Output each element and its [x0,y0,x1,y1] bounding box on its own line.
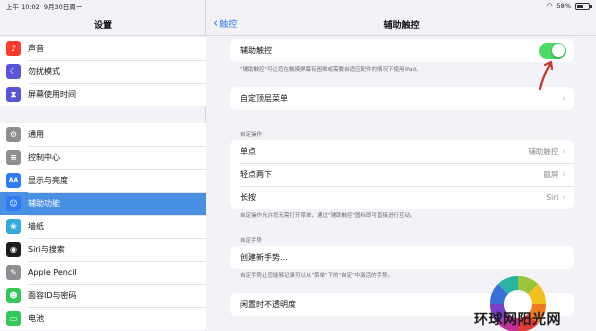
toggle-knob [551,44,565,57]
action-row[interactable]: 长按 Siri › [230,186,574,209]
chevron-right-icon: › [562,146,566,157]
switches-icon: ≡ [6,150,21,165]
action-value: 辅助触控 [528,147,559,156]
customize-menu-row[interactable]: 自定顶层菜单 › [230,87,574,110]
chevron-right-icon: › [562,93,566,104]
hourglass-icon: ⧗ [6,87,21,102]
wallpaper-icon: ❀ [6,219,21,234]
sidebar-item-moon[interactable]: ☾ 勿扰模式 [0,60,206,83]
battery-percent: 58% [556,2,571,10]
idle-opacity-label: 闲置时不透明度 [240,300,296,309]
sidebar-item-label: Apple Pencil [28,268,77,277]
status-date: 9月30日周一 [43,3,83,11]
settings-sidebar: 设置 ♪ 声音 ☾ 勿扰模式 ⧗ 屏幕使用时间 ⚙ 通用 ≡ 控制中心 AA 显示与亮度 ☺ 辅助功能 ❀… [0,0,206,331]
sidebar-item-speaker[interactable]: ♪ 声音 [0,37,206,60]
page-title: 辅助触控 [383,21,420,31]
status-time: 上午 10:02 [6,3,40,11]
sidebar-group-2: ⚙ 通用 ≡ 控制中心 AA 显示与亮度 ☺ 辅助功能 ❀ 墙纸 ◉ Siri与搜索 ✎ Apple Pe… [0,123,206,330]
customize-menu-card: 自定顶层菜单 › [230,87,574,110]
assistive-touch-label: 辅助触控 [240,46,272,55]
assistive-touch-card: 辅助触控 [230,39,574,62]
pencil-icon: ✎ [6,265,21,280]
sidebar-item-label: 电池 [28,314,44,323]
custom-actions-header: 自定操作 [240,132,263,138]
nav-bar: ‹ 触控 辅助触控 [207,12,596,36]
custom-actions-note: 自定操作允许您无需打开菜单，通过"辅助触控"图标即可直接进行互动。 [240,213,416,219]
moon-icon: ☾ [6,64,21,79]
action-label: 长按 [240,193,256,202]
gear-icon: ⚙ [6,127,21,142]
custom-actions-card: 单点 辅助触控 › 轻点两下 截屏 › 长按 Siri › [230,140,574,209]
siri-icon: ◉ [6,242,21,257]
sidebar-item-label: 辅助功能 [28,199,60,208]
action-label: 轻点两下 [240,170,272,179]
sidebar-item-label: 控制中心 [28,153,60,162]
wifi-icon: ◠ [546,2,553,10]
sidebar-item-wallpaper[interactable]: ❀ 墙纸 [0,215,206,238]
sidebar-item-accessibility[interactable]: ☺ 辅助功能 [0,192,206,215]
sidebar-item-label: 面容ID与密码 [28,291,77,300]
sidebar-item-label: 显示与亮度 [28,176,68,185]
sidebar-item-faceid[interactable]: ☻ 面容ID与密码 [0,284,206,307]
sidebar-item-display[interactable]: AA 显示与亮度 [0,169,206,192]
chevron-right-icon: › [562,192,566,203]
custom-gestures-header: 自定手势 [240,238,263,244]
action-row[interactable]: 轻点两下 截屏 › [230,163,574,186]
accessibility-icon: ☺ [6,196,21,211]
sidebar-item-label: Siri与搜索 [28,245,65,254]
sidebar-item-pencil[interactable]: ✎ Apple Pencil [0,261,206,284]
status-bar: 上午 10:02 9月30日周一 ◠ 58% [0,0,596,12]
display-icon: AA [6,173,21,188]
action-label: 单点 [240,147,256,156]
sidebar-title: 设置 [93,21,112,31]
sidebar-item-gear[interactable]: ⚙ 通用 [0,123,206,146]
sidebar-item-label: 屏幕使用时间 [28,90,76,99]
sidebar-item-label: 声音 [28,44,44,53]
sidebar-item-switches[interactable]: ≡ 控制中心 [0,146,206,169]
sidebar-item-label: 墙纸 [28,222,44,231]
action-value: 截屏 [543,170,559,179]
sidebar-item-siri[interactable]: ◉ Siri与搜索 [0,238,206,261]
sidebar-item-label: 勿扰模式 [28,67,60,76]
sidebar-item-hourglass[interactable]: ⧗ 屏幕使用时间 [0,83,206,106]
watermark-text: 环球网阳光网 [474,312,561,328]
action-row[interactable]: 单点 辅助触控 › [230,140,574,163]
chevron-right-icon: › [562,169,566,180]
battery-indicator-icon [575,2,592,10]
sidebar-item-battery[interactable]: ▭ 电池 [0,307,206,330]
speaker-icon: ♪ [6,41,21,56]
create-gesture-label: 创建新手势... [240,253,288,262]
sidebar-item-label: 通用 [28,130,44,139]
assistive-touch-row: 辅助触控 [230,39,574,62]
faceid-icon: ☻ [6,288,21,303]
battery-icon: ▭ [6,311,21,326]
sidebar-group-1: ♪ 声音 ☾ 勿扰模式 ⧗ 屏幕使用时间 [0,37,206,106]
annotation-arrow-icon [538,60,554,91]
assistive-touch-note: "辅助触控"可让您在触摸屏幕有困难或需要自适应配件的情况下使用iPad。 [240,67,422,73]
customize-menu-label: 自定顶层菜单 [240,94,288,103]
action-value: Siri [546,193,559,202]
sidebar-divider [0,35,206,36]
